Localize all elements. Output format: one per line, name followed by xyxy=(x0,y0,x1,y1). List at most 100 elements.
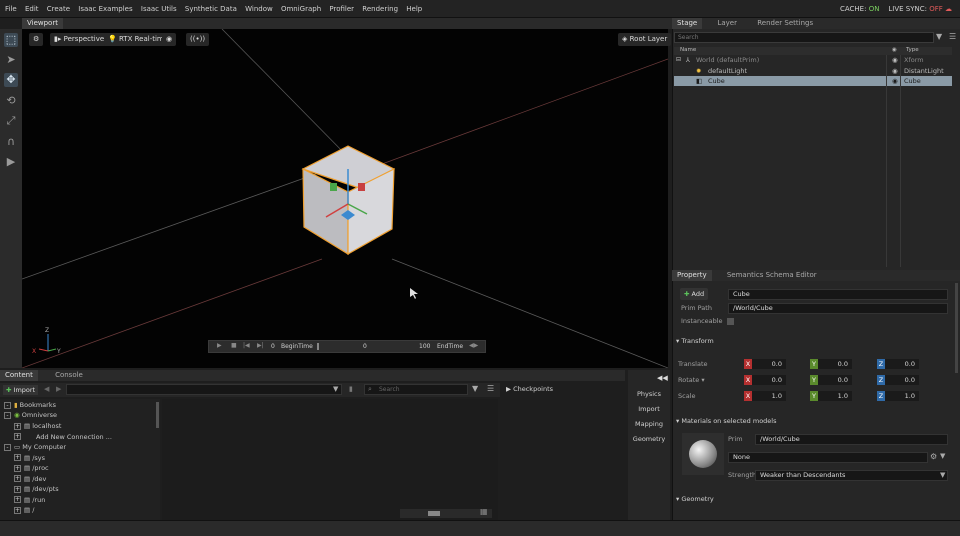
expand-icon[interactable]: + xyxy=(14,496,21,503)
options-icon[interactable]: ☰ xyxy=(949,32,956,41)
dropdown-arrow-icon[interactable]: ▼ xyxy=(940,452,945,460)
tab-property[interactable]: Property xyxy=(672,270,712,281)
tab-viewport[interactable]: Viewport xyxy=(22,18,63,29)
tree-item-run[interactable]: ▤ /run xyxy=(24,495,45,505)
rotate-icon[interactable]: ⟲ xyxy=(4,94,18,108)
expand-icon[interactable]: + xyxy=(14,433,21,440)
geometry-button[interactable]: Geometry xyxy=(630,433,668,445)
stage-search-input[interactable]: Search xyxy=(674,32,934,43)
transform-section-header[interactable]: ▾ Transform xyxy=(676,336,954,347)
viewport-canvas[interactable]: Z X Y xyxy=(21,28,669,369)
timeline-handle[interactable] xyxy=(317,343,319,350)
dropdown-arrow-icon[interactable]: ▼ xyxy=(940,471,945,479)
stage-row-defaultlight[interactable]: ✹ defaultLight ◉ DistantLight xyxy=(674,66,952,76)
column-name[interactable]: Name xyxy=(680,47,696,53)
translate-z-field[interactable]: 0.0 xyxy=(885,359,919,369)
menu-omnigraph[interactable]: OmniGraph xyxy=(278,0,324,18)
move-icon[interactable]: ✥ xyxy=(4,73,18,87)
tree-item-omniverse[interactable]: ◉ Omniverse xyxy=(14,410,57,420)
options-icon[interactable]: ☰ xyxy=(487,384,494,393)
physics-button[interactable]: Physics xyxy=(630,388,668,400)
forward-icon[interactable]: ▶ xyxy=(56,385,61,393)
scale-icon[interactable]: ⤢ xyxy=(4,114,18,128)
menu-create[interactable]: Create xyxy=(44,0,73,18)
select-mode-icon[interactable]: ⬚ xyxy=(4,33,18,47)
prim-path-field[interactable]: /World/Cube xyxy=(728,303,948,314)
material-settings-icon[interactable]: ⚙ xyxy=(930,452,937,461)
slider-handle[interactable] xyxy=(428,511,440,516)
tree-scrollbar[interactable] xyxy=(156,402,159,428)
menu-edit[interactable]: Edit xyxy=(22,0,42,18)
material-select[interactable]: None xyxy=(728,452,928,463)
stop-button[interactable]: ■ xyxy=(231,342,237,349)
menu-rendering[interactable]: Rendering xyxy=(359,0,401,18)
cache-status[interactable]: ON xyxy=(869,5,880,13)
viewport-settings-button[interactable]: ⚙ xyxy=(29,33,44,46)
camera-button[interactable]: ▮▸ Perspective xyxy=(50,33,109,46)
tree-item-bookmarks[interactable]: ▮ Bookmarks xyxy=(14,400,56,410)
filter-icon[interactable]: ▼ xyxy=(936,32,942,41)
back-icon[interactable]: ◀ xyxy=(44,385,49,393)
instanceable-checkbox[interactable] xyxy=(727,318,734,325)
rotate-z-field[interactable]: 0.0 xyxy=(885,375,919,385)
stage-row-world[interactable]: ⊟ ⅄ World (defaultPrim) ◉ Xform xyxy=(674,55,952,65)
content-search-input[interactable]: Search xyxy=(364,384,468,395)
eye-icon[interactable]: ◉ xyxy=(892,66,898,76)
scale-z-field[interactable]: 1.0 xyxy=(885,391,919,401)
collapse-icon[interactable]: ⊟ xyxy=(676,55,681,65)
add-button[interactable]: ✚ Add xyxy=(680,288,709,300)
menu-window[interactable]: Window xyxy=(242,0,276,18)
expand-icon[interactable]: + xyxy=(14,507,21,514)
root-layer-button[interactable]: ◈ Root Layer xyxy=(618,33,672,46)
collapse-panel-icon[interactable]: ◀◀ xyxy=(657,374,668,382)
tab-console[interactable]: Console xyxy=(50,370,88,381)
scale-y-field[interactable]: 1.0 xyxy=(818,391,852,401)
stage-row-cube[interactable]: ◧ Cube ◉ Cube xyxy=(674,76,952,86)
menu-isaac-examples[interactable]: Isaac Examples xyxy=(75,0,135,18)
import-side-button[interactable]: Import xyxy=(630,403,668,415)
rotate-label[interactable]: Rotate ▾ xyxy=(678,375,705,386)
current-time-value[interactable]: 0 xyxy=(363,343,367,350)
menu-profiler[interactable]: Profiler xyxy=(326,0,357,18)
mapping-button[interactable]: Mapping xyxy=(630,418,668,430)
expand-icon[interactable]: + xyxy=(14,486,21,493)
loop-icon[interactable]: ◀▶ xyxy=(469,342,478,349)
property-scrollbar[interactable] xyxy=(955,283,958,373)
translate-y-field[interactable]: 0.0 xyxy=(818,359,852,369)
collapse-icon[interactable]: - xyxy=(4,402,11,409)
snap-icon[interactable]: ∩ xyxy=(4,135,18,149)
tab-stage[interactable]: Stage xyxy=(672,18,703,29)
eye-icon[interactable]: ◉ xyxy=(892,55,898,65)
play-icon[interactable]: ▶ xyxy=(4,155,18,169)
column-type[interactable]: Type xyxy=(906,47,919,53)
tree-item-my-computer[interactable]: ▭ My Computer xyxy=(14,442,66,452)
tree-item-add-connection[interactable]: Add New Connection ... xyxy=(36,432,112,442)
filter-icon[interactable]: ▼ xyxy=(472,384,478,393)
grid-view-icon[interactable]: ▦ xyxy=(480,507,488,516)
tree-item-root[interactable]: ▤ / xyxy=(24,505,34,515)
menu-help[interactable]: Help xyxy=(403,0,425,18)
rotate-y-field[interactable]: 0.0 xyxy=(818,375,852,385)
tab-semantics-schema-editor[interactable]: Semantics Schema Editor xyxy=(722,270,822,281)
tree-item-dev-pts[interactable]: ▤ /dev/pts xyxy=(24,484,59,494)
content-grid[interactable]: ▦ xyxy=(162,399,498,520)
bookmark-icon[interactable]: ▮ xyxy=(349,385,353,393)
expand-icon[interactable]: + xyxy=(14,475,21,482)
broadcast-button[interactable]: ((•)) xyxy=(186,33,210,46)
scale-x-field[interactable]: 1.0 xyxy=(752,391,786,401)
thumbnail-size-slider[interactable] xyxy=(400,509,492,518)
menu-synthetic-data[interactable]: Synthetic Data xyxy=(182,0,240,18)
collapse-icon[interactable]: - xyxy=(4,412,11,419)
live-sync-status[interactable]: OFF xyxy=(929,5,943,13)
materials-section-header[interactable]: ▾ Materials on selected models xyxy=(676,416,954,427)
dropdown-arrow-icon[interactable]: ▼ xyxy=(333,385,338,393)
tree-item-localhost[interactable]: ▤ localhost xyxy=(24,421,61,431)
expand-icon[interactable]: + xyxy=(14,454,21,461)
tab-render-settings[interactable]: Render Settings xyxy=(752,18,818,29)
eye-icon[interactable]: ◉ xyxy=(892,76,898,86)
geometry-section-header[interactable]: ▾ Geometry xyxy=(676,494,954,505)
tree-item-dev[interactable]: ▤ /dev xyxy=(24,474,46,484)
expand-icon[interactable]: + xyxy=(14,423,21,430)
material-prim-field[interactable]: /World/Cube xyxy=(755,434,948,445)
tree-item-sys[interactable]: ▤ /sys xyxy=(24,453,45,463)
